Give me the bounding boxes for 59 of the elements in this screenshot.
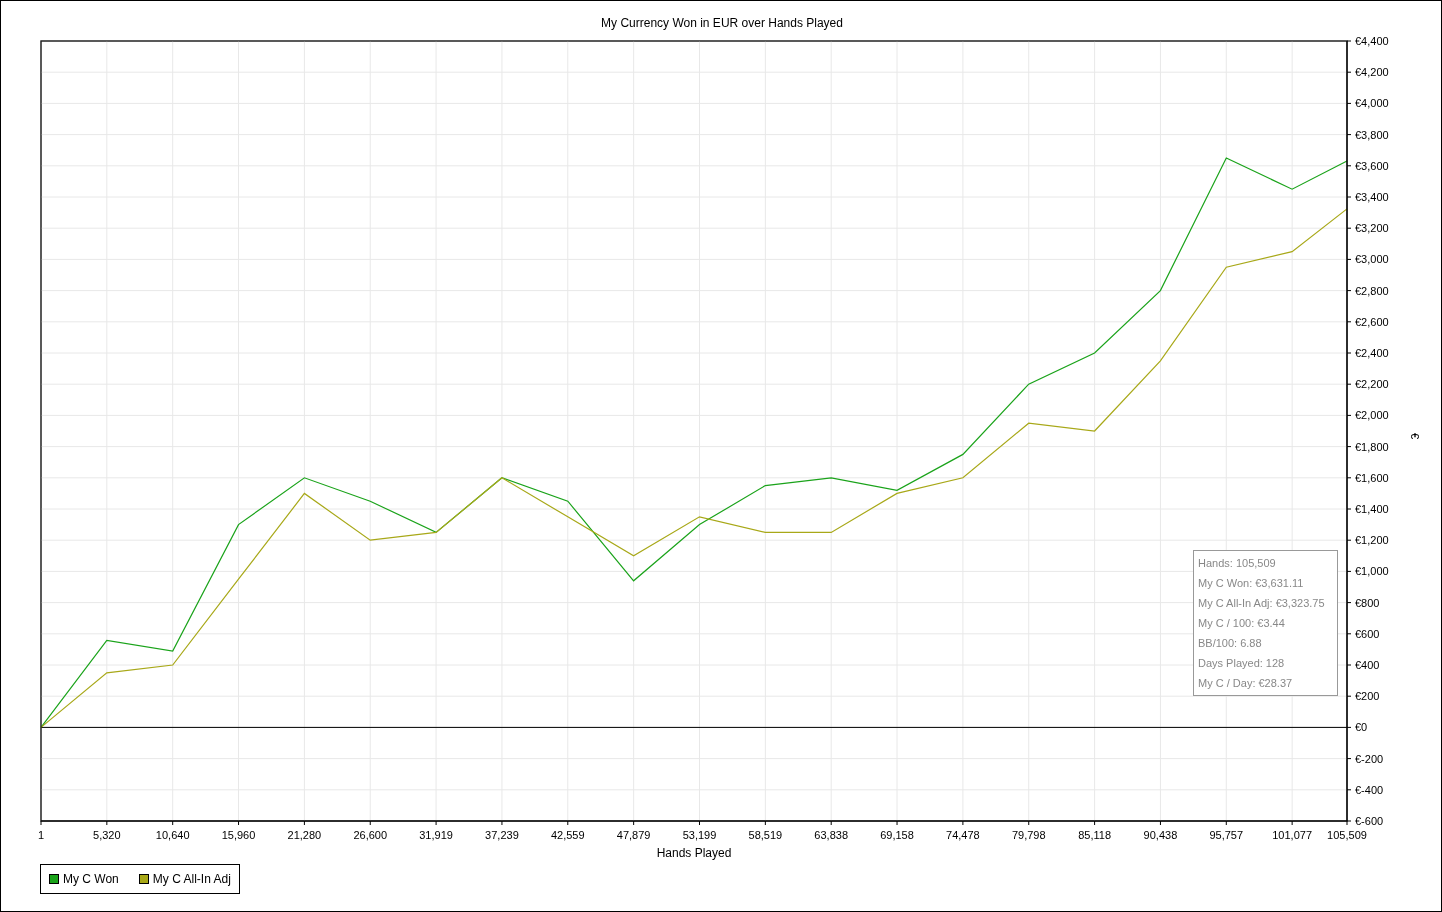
- x-tick-label: 1: [37, 829, 45, 841]
- x-tick-label: 21,280: [287, 829, 322, 841]
- x-tick-label: 53,199: [682, 829, 717, 841]
- stats-line: Days Played: 128: [1198, 656, 1286, 671]
- x-tick-label: 37,239: [485, 829, 519, 841]
- y-tick-label: €-200: [1355, 752, 1384, 765]
- y-tick-label: €600: [1355, 627, 1380, 640]
- x-tick-label: 15,960: [221, 829, 256, 841]
- y-tick-label: €1,000: [1355, 565, 1389, 578]
- x-tick-label: 74,478: [946, 829, 980, 841]
- y-tick-label: €1,200: [1355, 534, 1389, 547]
- x-tick-label: 90,438: [1143, 829, 1178, 841]
- y-tick-label: €3,000: [1355, 253, 1389, 266]
- y-axis-title: €: [1409, 433, 1421, 440]
- y-tick-label: €800: [1355, 596, 1380, 609]
- y-tick-label: €200: [1355, 690, 1380, 703]
- x-tick-label: 58,519: [748, 829, 783, 841]
- stats-line: My C / Day: €28.37: [1198, 676, 1294, 691]
- y-tick-label: €3,600: [1355, 159, 1389, 172]
- y-tick-label: €2,000: [1355, 409, 1389, 422]
- x-tick-label: 42,559: [550, 829, 585, 841]
- y-tick-label: €4,400: [1355, 35, 1389, 47]
- x-tick-label: 31,919: [419, 829, 453, 841]
- y-tick-label: €3,800: [1355, 128, 1389, 141]
- x-tick-label: 5,320: [93, 829, 121, 841]
- x-tick-label: 63,838: [814, 829, 848, 841]
- stats-line: My C All-In Adj: €3,323.75: [1198, 596, 1326, 611]
- chart-title: My Currency Won in EUR over Hands Played: [601, 16, 843, 30]
- x-tick-label: 95,757: [1209, 829, 1244, 841]
- x-axis-title: Hands Played: [656, 846, 732, 860]
- x-tick-label: 79,798: [1011, 829, 1046, 841]
- x-tick-label: 26,600: [353, 829, 388, 841]
- y-tick-label: €1,800: [1355, 440, 1389, 453]
- legend-label: My C Won: [63, 871, 119, 888]
- y-tick-label: €2,600: [1355, 315, 1389, 328]
- y-tick-label: €-400: [1355, 783, 1384, 796]
- y-tick-label: €3,200: [1355, 222, 1389, 235]
- stats-line: My C / 100: €3.44: [1198, 616, 1286, 631]
- stats-line: Hands: 105,509: [1198, 556, 1277, 571]
- y-tick-label: €2,800: [1355, 284, 1389, 297]
- y-tick-label: €0: [1355, 721, 1368, 734]
- stats-line: BB/100: 6.88: [1198, 636, 1263, 651]
- legend-label: My C All-In Adj: [152, 871, 231, 888]
- x-tick-label: 105,509: [1327, 829, 1367, 841]
- y-tick-label: €1,600: [1355, 471, 1389, 484]
- y-tick-label: €4,000: [1355, 97, 1389, 110]
- x-tick-label: 47,879: [616, 829, 651, 841]
- y-tick-label: €4,200: [1355, 66, 1389, 79]
- x-tick-label: 69,158: [880, 829, 914, 841]
- x-tick-label: 10,640: [155, 829, 190, 841]
- x-tick-label: 85,118: [1078, 829, 1111, 841]
- y-tick-label: €-600: [1355, 815, 1384, 827]
- stats-line: My C Won: €3,631.11: [1198, 576, 1305, 591]
- y-tick-label: €2,200: [1355, 378, 1389, 391]
- x-tick-label: 101,077: [1272, 829, 1312, 841]
- y-tick-label: €2,400: [1355, 347, 1389, 359]
- y-tick-label: €1,400: [1355, 503, 1389, 515]
- y-tick-label: €3,400: [1355, 191, 1389, 203]
- y-tick-label: €400: [1355, 659, 1380, 671]
